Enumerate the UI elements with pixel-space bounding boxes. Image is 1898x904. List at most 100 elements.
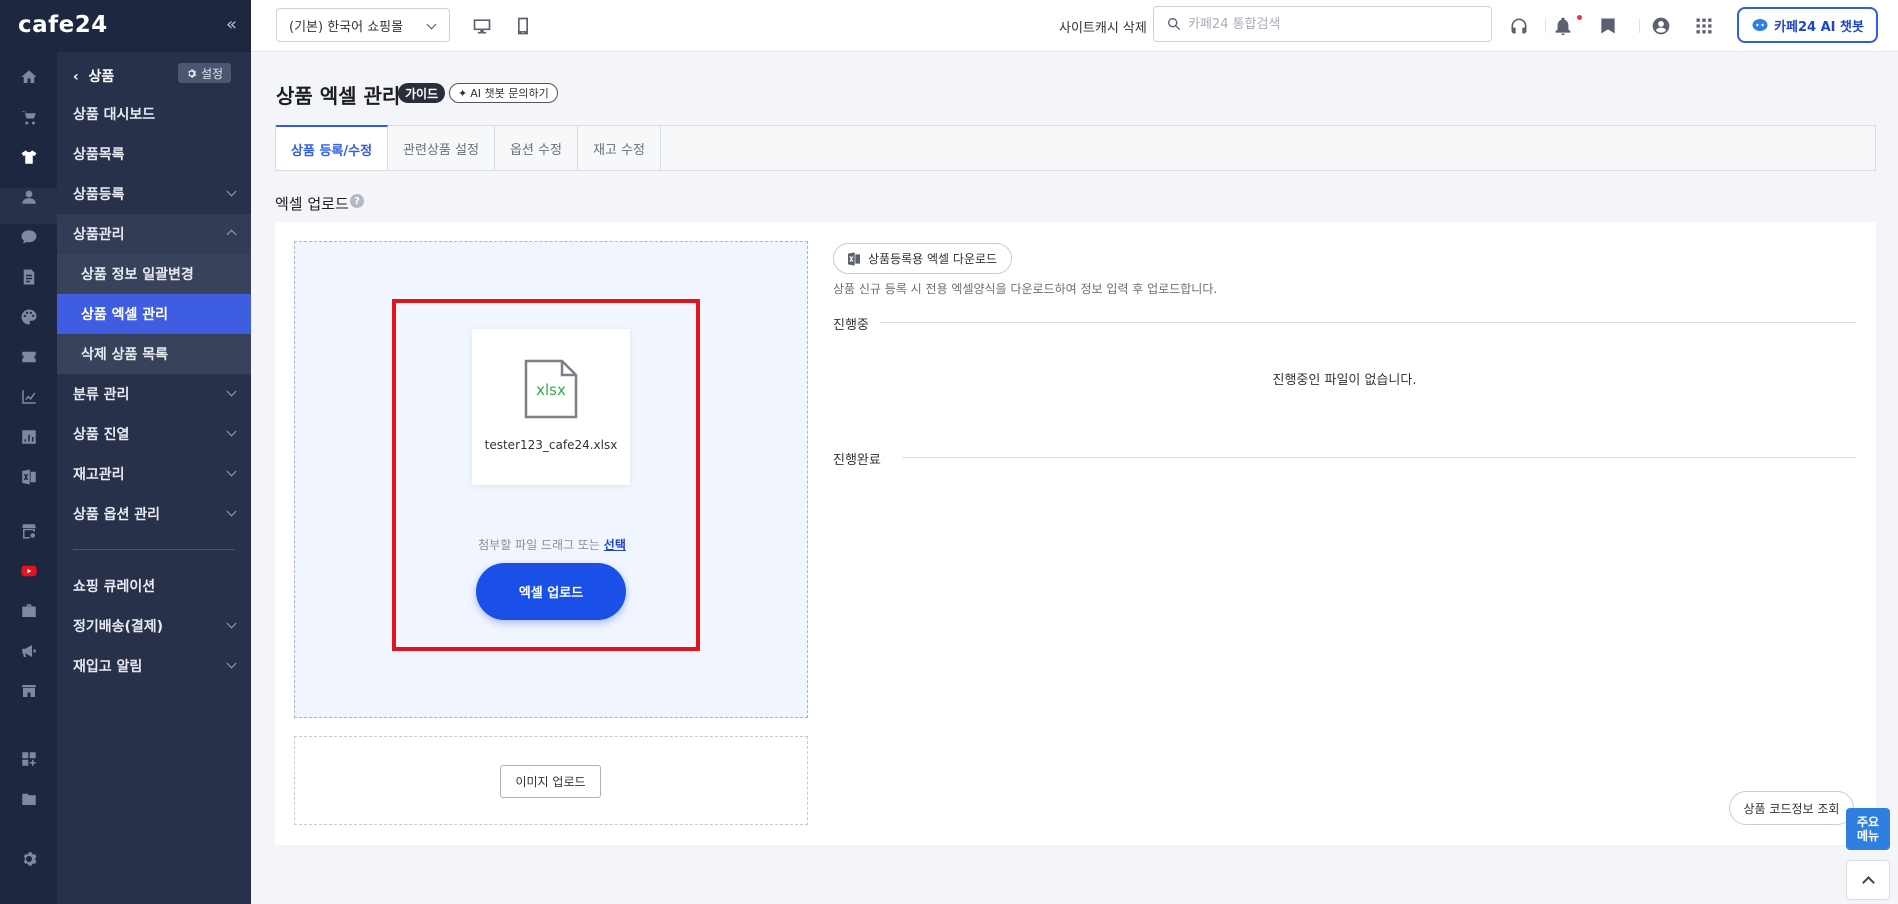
excel-upload-button[interactable]: 엑셀 업로드 — [476, 563, 626, 620]
sidebar-item-display[interactable]: 상품 진열 — [57, 414, 251, 454]
select-file-link[interactable]: 선택 — [604, 538, 626, 552]
tab-product-register-edit[interactable]: 상품 등록/수정 — [276, 125, 389, 170]
download-description: 상품 신규 등록 시 전용 엑셀양식을 다운로드하여 정보 입력 후 업로드합니… — [833, 282, 1218, 296]
menu-back-header[interactable]: ‹ 상품 — [73, 66, 114, 86]
in-progress-divider — [880, 322, 1856, 323]
chevron-down-icon — [226, 186, 237, 197]
help-icon[interactable]: ? — [350, 194, 364, 208]
sidebar-item-restock-alert[interactable]: 재입고 알림 — [57, 646, 251, 686]
sidebar-item-product-dashboard[interactable]: 상품 대시보드 — [57, 94, 251, 134]
file-name: tester123_cafe24.xlsx — [484, 438, 618, 452]
settings-label: 설정 — [201, 66, 224, 81]
cart-icon[interactable] — [17, 105, 41, 129]
ai-chatbot-button[interactable]: 카페24 AI 챗봇 — [1737, 7, 1878, 43]
product-code-lookup-button[interactable]: 상품 코드정보 조회 — [1729, 791, 1854, 825]
cafe24-logo[interactable]: cafe24 — [18, 12, 108, 38]
icon-rail — [0, 52, 57, 904]
bar-chart-icon[interactable] — [17, 425, 41, 449]
sidebar-item-inventory[interactable]: 재고관리 — [57, 454, 251, 494]
notification-dot — [1577, 15, 1582, 20]
sidebar-item-label: 상품 정보 일괄변경 — [81, 267, 194, 283]
chatbot-icon — [1752, 19, 1768, 31]
search-box[interactable] — [1153, 6, 1492, 42]
file-type-label: xlsx — [536, 381, 566, 399]
sidebar-subitem-excel-management[interactable]: 상품 엑셀 관리 — [57, 294, 251, 334]
chevron-down-icon — [226, 386, 237, 397]
tab-bar: 상품 등록/수정 관련상품 설정 옵션 수정 재고 수정 — [275, 125, 1876, 171]
logo-row: cafe24 « — [0, 0, 251, 52]
tshirt-icon[interactable] — [17, 145, 41, 169]
chevron-down-icon — [426, 19, 437, 30]
store-icon[interactable] — [17, 679, 41, 703]
apps-add-icon[interactable] — [17, 747, 41, 771]
sidebar: cafe24 « ‹ 상품 설정 상품 대시보드 상품목록 상품등록 상품관리 … — [0, 0, 251, 904]
sidebar-item-label: 상품 대시보드 — [73, 107, 156, 123]
sidebar-menu: ‹ 상품 설정 상품 대시보드 상품목록 상품등록 상품관리 상품 정보 일괄변… — [57, 52, 251, 904]
site-cache-clear-link[interactable]: 사이트캐시 삭제 — [1059, 17, 1147, 36]
palette-icon[interactable] — [17, 305, 41, 329]
settings-button[interactable]: 설정 — [178, 63, 232, 83]
apps-grid-icon[interactable] — [1692, 14, 1716, 38]
in-progress-empty-message: 진행중인 파일이 없습니다. — [1272, 373, 1417, 388]
folder-icon[interactable] — [17, 787, 41, 811]
double-chevron-left-icon[interactable]: « — [226, 14, 237, 35]
sidebar-item-options[interactable]: 상품 옵션 관리 — [57, 494, 251, 534]
sidebar-item-label: 정기배송(결제) — [73, 619, 164, 635]
sparkle-icon: ✦ — [458, 86, 468, 100]
drop-hint-text: 첨부할 파일 드래그 또는 — [478, 538, 600, 552]
megaphone-icon[interactable] — [17, 639, 41, 663]
chevron-down-icon — [226, 466, 237, 477]
account-icon[interactable] — [1649, 14, 1673, 38]
search-icon — [1168, 18, 1181, 31]
desktop-icon[interactable] — [470, 14, 494, 38]
home-icon[interactable] — [17, 65, 41, 89]
tab-option-edit[interactable]: 옵션 수정 — [495, 126, 578, 170]
sidebar-item-label: 상품등록 — [73, 187, 125, 203]
youtube-icon[interactable] — [17, 559, 41, 583]
ai-ask-label: AI 챗봇 문의하기 — [470, 87, 549, 100]
excel-icon — [848, 251, 860, 266]
sidebar-subitem-bulk-edit[interactable]: 상품 정보 일괄변경 — [57, 254, 251, 294]
sidebar-item-product-management[interactable]: 상품관리 — [57, 214, 251, 254]
search-input[interactable] — [1188, 16, 1478, 32]
gear-icon[interactable] — [17, 847, 41, 871]
tab-stock-edit[interactable]: 재고 수정 — [578, 126, 661, 170]
scroll-top-button[interactable] — [1846, 860, 1890, 900]
sidebar-item-label: 상품 옵션 관리 — [73, 507, 161, 523]
headset-icon[interactable] — [1507, 14, 1531, 38]
sidebar-item-subscription[interactable]: 정기배송(결제) — [57, 606, 251, 646]
image-upload-button[interactable]: 이미지 업로드 — [500, 765, 601, 798]
store-select[interactable]: (기본) 한국어 쇼핑몰 — [276, 8, 450, 42]
document-icon[interactable] — [17, 265, 41, 289]
person-icon[interactable] — [17, 185, 41, 209]
excel-template-download-button[interactable]: 상품등록용 엑셀 다운로드 — [833, 243, 1013, 274]
sidebar-item-category[interactable]: 분류 관리 — [57, 374, 251, 414]
ticket-icon[interactable] — [17, 345, 41, 369]
chart-icon[interactable] — [17, 385, 41, 409]
chevron-down-icon — [226, 426, 237, 437]
briefcase-icon[interactable] — [17, 599, 41, 623]
ai-chatbot-ask-button[interactable]: ✦ AI 챗봇 문의하기 — [449, 83, 558, 103]
sidebar-item-product-list[interactable]: 상품목록 — [57, 134, 251, 174]
sidebar-item-label: 상품목록 — [73, 147, 125, 163]
download-label: 상품등록용 엑셀 다운로드 — [868, 252, 998, 266]
sidebar-item-curation[interactable]: 쇼핑 큐레이션 — [57, 566, 251, 606]
page-title: 상품 엑셀 관리 — [276, 84, 401, 108]
bell-icon[interactable] — [1551, 14, 1575, 38]
sidebar-item-product-register[interactable]: 상품등록 — [57, 174, 251, 214]
guide-badge[interactable]: 가이드 — [398, 83, 446, 103]
sidebar-item-label: 분류 관리 — [73, 387, 130, 403]
mobile-icon[interactable] — [511, 14, 535, 38]
chat-icon[interactable] — [17, 225, 41, 249]
sidebar-subitem-deleted-products[interactable]: 삭제 상품 목록 — [57, 334, 251, 374]
sidebar-item-label: 상품관리 — [73, 227, 125, 243]
topbar: (기본) 한국어 쇼핑몰 사이트캐시 삭제 카페24 AI 챗봇 — [251, 0, 1898, 52]
store-settings-icon[interactable] — [17, 519, 41, 543]
file-preview-card: xlsx tester123_cafe24.xlsx — [472, 329, 630, 485]
bookmark-icon[interactable] — [1596, 14, 1620, 38]
tab-related-products[interactable]: 관련상품 설정 — [388, 126, 495, 170]
excel-icon[interactable] — [17, 465, 41, 489]
menu-header-label: 상품 — [88, 69, 115, 85]
main-menu-button[interactable]: 주요 메뉴 — [1846, 808, 1890, 850]
chevron-down-icon — [226, 618, 237, 629]
